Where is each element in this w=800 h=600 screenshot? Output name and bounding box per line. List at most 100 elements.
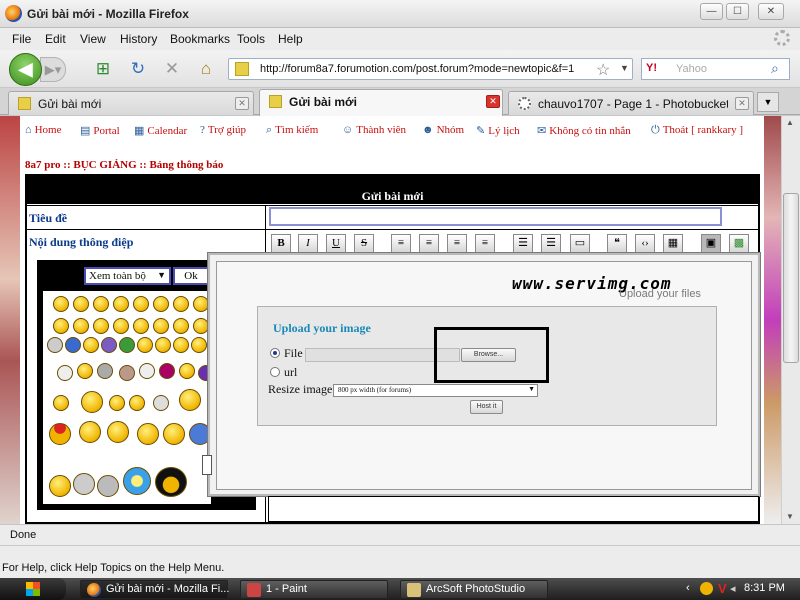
- breadcrumb[interactable]: 8a7 pro :: BỤC GIẢNG :: Bảng thông báo: [25, 159, 223, 171]
- smiley-icon[interactable]: [159, 363, 175, 379]
- smiley-icon[interactable]: [93, 318, 109, 334]
- image-icon[interactable]: ▩: [729, 234, 749, 253]
- smiley-icon[interactable]: [133, 318, 149, 334]
- justify-icon[interactable]: ≡: [475, 234, 495, 253]
- smiley-icon[interactable]: [77, 363, 93, 379]
- smiley-icon[interactable]: [73, 296, 89, 312]
- messenger-tray-icon[interactable]: [700, 582, 713, 595]
- menu-history[interactable]: History: [120, 32, 157, 46]
- tab-1[interactable]: Gửi bài mới ✕: [8, 91, 254, 115]
- smiley-icon[interactable]: [113, 318, 129, 334]
- subject-input[interactable]: [269, 207, 722, 226]
- search-bar[interactable]: Y! Yahoo ⌕: [641, 58, 790, 80]
- forum-nav-messages[interactable]: ✉ Không có tin nhắn: [537, 124, 631, 137]
- taskbar-item-photostudio[interactable]: ArcSoft PhotoStudio: [400, 580, 548, 599]
- smiley-icon[interactable]: [81, 391, 103, 413]
- smiley-icon[interactable]: [53, 296, 69, 312]
- maximize-button[interactable]: ☐: [726, 3, 749, 20]
- close-window-button[interactable]: ✕: [758, 3, 784, 20]
- url-text[interactable]: http://forum8a7.forumotion.com/post.foru…: [260, 63, 574, 75]
- smiley-icon[interactable]: [53, 395, 69, 411]
- underline-button[interactable]: U: [326, 234, 346, 253]
- smiley-icon[interactable]: [53, 318, 69, 334]
- start-button[interactable]: [0, 578, 66, 600]
- menu-help[interactable]: Help: [278, 32, 303, 46]
- bookmark-star-icon[interactable]: ☆: [596, 60, 610, 80]
- smiley-icon[interactable]: [65, 337, 81, 353]
- menu-bookmarks[interactable]: Bookmarks: [170, 32, 230, 46]
- tab-close-icon[interactable]: ✕: [235, 97, 249, 110]
- message-textarea[interactable]: [268, 496, 759, 522]
- smiley-icon[interactable]: [93, 296, 109, 312]
- forward-button[interactable]: ▶▾: [40, 57, 66, 82]
- forum-nav-portal[interactable]: ▤ Portal: [80, 124, 120, 137]
- smiley-icon[interactable]: [119, 337, 135, 353]
- smiley-icon[interactable]: [153, 318, 169, 334]
- search-placeholder[interactable]: Yahoo: [676, 63, 707, 75]
- smiley-icon[interactable]: [129, 395, 145, 411]
- quote-icon[interactable]: ❝: [607, 234, 627, 253]
- tray-expand-icon[interactable]: ‹: [686, 582, 690, 594]
- smiley-icon[interactable]: [83, 337, 99, 353]
- smiley-icon[interactable]: [109, 395, 125, 411]
- search-icon[interactable]: ⌕: [771, 60, 779, 77]
- smiley-icon[interactable]: [49, 423, 71, 445]
- menu-tools[interactable]: Tools: [237, 32, 265, 46]
- volume-tray-icon[interactable]: ◂: [730, 582, 736, 595]
- host-it-button[interactable]: Host it: [470, 400, 503, 414]
- smiley-icon[interactable]: [163, 423, 185, 445]
- smiley-icon[interactable]: [101, 337, 117, 353]
- smiley-icon[interactable]: [133, 296, 149, 312]
- forum-nav-groups[interactable]: ☻ Nhóm: [422, 124, 464, 136]
- host-image-icon[interactable]: ▣: [701, 234, 721, 253]
- scroll-down-icon[interactable]: ▼: [786, 512, 794, 521]
- smiley-icon[interactable]: [173, 318, 189, 334]
- smiley-icon[interactable]: [153, 395, 169, 411]
- reload-icon[interactable]: ↻: [127, 58, 149, 80]
- forum-nav-profile[interactable]: ✎ Lý lịch: [476, 124, 520, 137]
- smiley-icon[interactable]: [173, 337, 189, 353]
- smilies-view-select[interactable]: Xem toàn bộ ▼: [84, 267, 171, 285]
- forum-nav-members[interactable]: ☺ Thành viên: [342, 124, 406, 136]
- tab-3[interactable]: chauvo1707 - Page 1 - Photobucket - V...…: [508, 91, 754, 115]
- smiley-icon[interactable]: [47, 337, 63, 353]
- minimize-button[interactable]: —: [700, 3, 723, 20]
- horizontal-rule-icon[interactable]: ▭: [570, 234, 590, 253]
- table-icon[interactable]: ▦: [663, 234, 683, 253]
- url-bar[interactable]: http://forum8a7.forumotion.com/post.foru…: [228, 58, 633, 80]
- tab-close-icon[interactable]: ✕: [486, 95, 500, 108]
- taskbar-item-firefox[interactable]: Gửi bài mới - Mozilla Fi...: [80, 580, 229, 599]
- forum-nav-logout[interactable]: ⏻ Thoát [ rankkary ]: [651, 124, 743, 137]
- back-button[interactable]: ◀: [9, 53, 42, 86]
- italic-button[interactable]: I: [298, 234, 318, 253]
- forum-nav-help[interactable]: ? Trợ giúp: [200, 124, 246, 136]
- smiley-icon[interactable]: [153, 296, 169, 312]
- smiley-icon[interactable]: [155, 467, 187, 497]
- file-radio[interactable]: [270, 348, 280, 358]
- partial-button[interactable]: [202, 455, 212, 475]
- smiley-icon[interactable]: [191, 337, 207, 353]
- smiley-icon[interactable]: [113, 296, 129, 312]
- resize-select[interactable]: 800 px width (for forums) ▼: [333, 384, 538, 397]
- menu-edit[interactable]: Edit: [45, 32, 66, 46]
- align-center-icon[interactable]: ≡: [419, 234, 439, 253]
- smiley-icon[interactable]: [137, 423, 159, 445]
- smiley-icon[interactable]: [173, 296, 189, 312]
- tab-close-icon[interactable]: ✕: [735, 97, 749, 110]
- menu-file[interactable]: File: [12, 32, 31, 46]
- scroll-up-icon[interactable]: ▲: [786, 118, 794, 127]
- stop-icon[interactable]: ✕: [161, 58, 183, 80]
- home-icon[interactable]: ⌂: [195, 58, 217, 80]
- scrollbar-thumb[interactable]: [783, 193, 799, 363]
- align-left-icon[interactable]: ≡: [391, 234, 411, 253]
- smiley-icon[interactable]: [79, 421, 101, 443]
- forum-nav-home[interactable]: ⌂ Home: [25, 124, 62, 136]
- yahoo-engine-icon[interactable]: Y!: [646, 62, 657, 74]
- smiley-icon[interactable]: [193, 318, 209, 334]
- smiley-icon[interactable]: [73, 318, 89, 334]
- smiley-icon[interactable]: [97, 363, 113, 379]
- smiley-icon[interactable]: [179, 363, 195, 379]
- new-tab-icon[interactable]: ⊞: [92, 58, 114, 80]
- smiley-icon[interactable]: [179, 389, 201, 411]
- smiley-icon[interactable]: [155, 337, 171, 353]
